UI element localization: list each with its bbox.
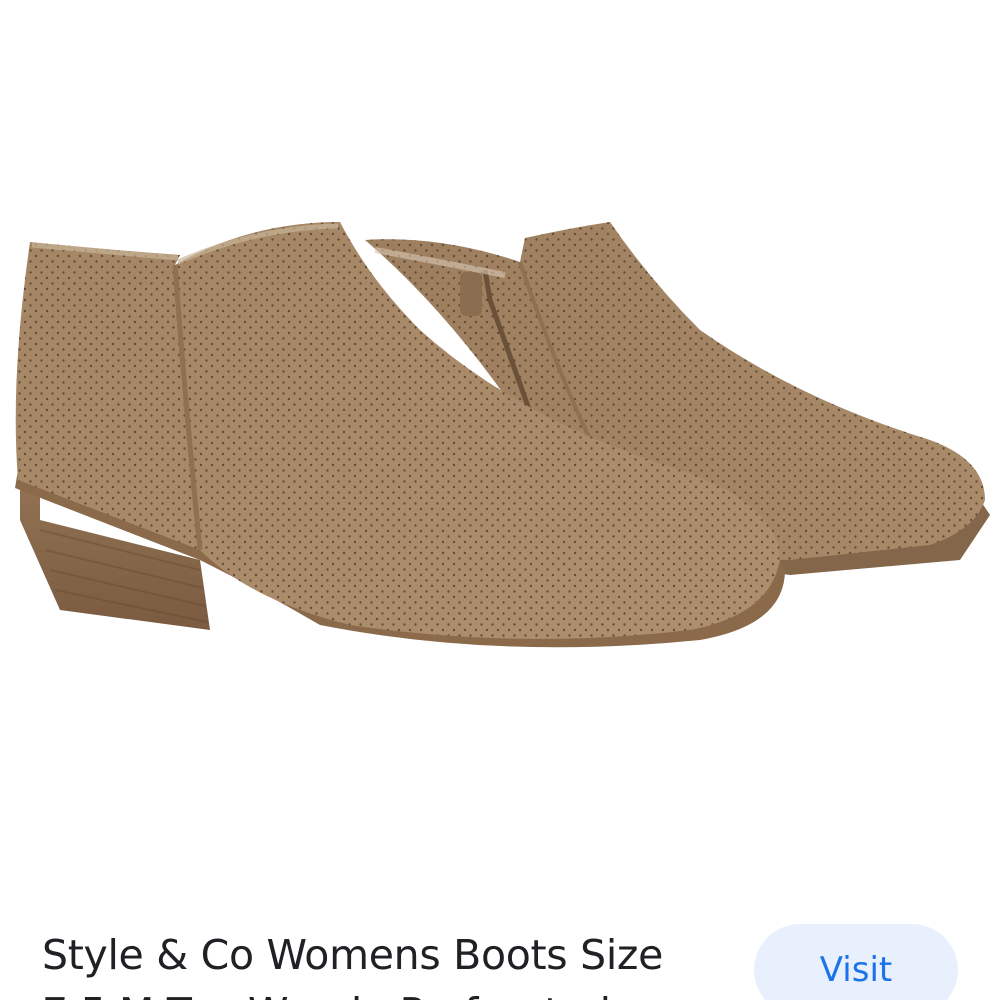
- listing-footer: Style & Co Womens Boots Size 7.5 M Tan W…: [0, 900, 1000, 1000]
- zipper-pull-icon: [460, 272, 482, 316]
- visit-button[interactable]: Visit: [754, 924, 958, 1000]
- product-image[interactable]: [0, 0, 1000, 900]
- product-title[interactable]: Style & Co Womens Boots Size 7.5 M Tan W…: [42, 926, 732, 1000]
- ankle-boots-illustration: [15, 222, 990, 648]
